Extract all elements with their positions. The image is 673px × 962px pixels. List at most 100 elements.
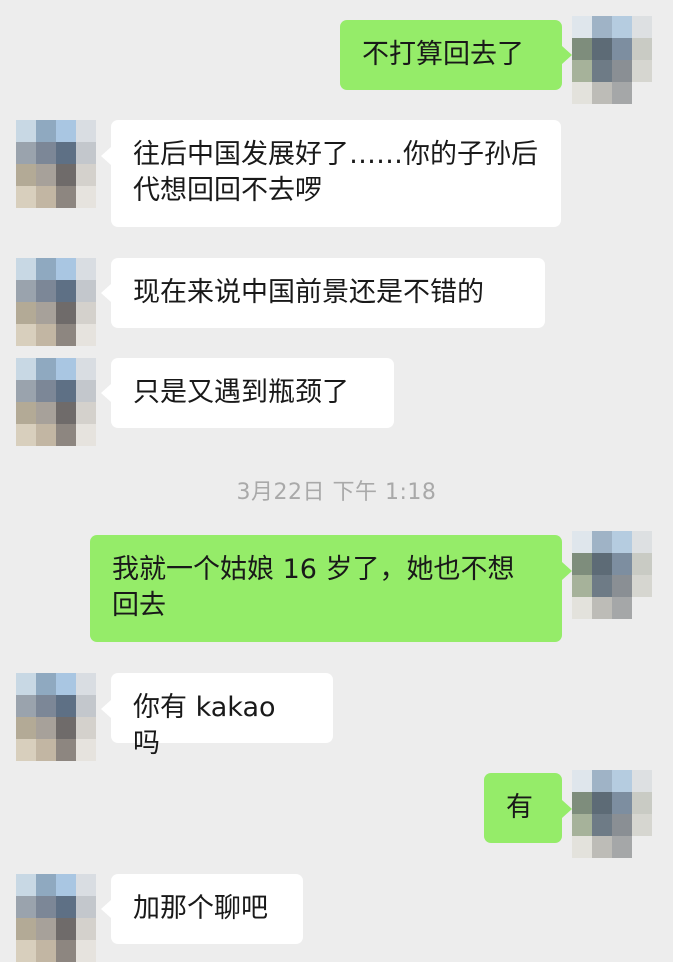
avatar-mosaic-tile — [572, 814, 592, 836]
bubble-tail — [101, 384, 111, 402]
avatar-mosaic-tile — [16, 324, 36, 346]
self-avatar[interactable] — [572, 16, 652, 104]
message-text: 现在来说中国前景还是不错的 — [133, 277, 484, 308]
avatar-mosaic-tile — [76, 324, 96, 346]
avatar-mosaic-tile — [572, 38, 592, 60]
avatar-mosaic-tile — [76, 940, 96, 962]
avatar-mosaic-tile — [76, 717, 96, 739]
avatar-mosaic-tile — [56, 717, 76, 739]
avatar-mosaic-tile — [16, 280, 36, 302]
avatar-mosaic-tile — [572, 82, 592, 104]
self-avatar[interactable] — [572, 531, 652, 619]
avatar-mosaic-tile — [76, 120, 96, 142]
avatar-mosaic-tile — [612, 575, 632, 597]
avatar-mosaic-tile — [36, 918, 56, 940]
avatar-mosaic-tile — [612, 82, 632, 104]
avatar-mosaic-tile — [16, 940, 36, 962]
avatar-mosaic-tile — [16, 402, 36, 424]
avatar-mosaic-tile — [16, 896, 36, 918]
avatar-mosaic-tile — [76, 142, 96, 164]
avatar-mosaic-tile — [592, 770, 612, 792]
avatar-mosaic-tile — [76, 739, 96, 761]
avatar-mosaic-tile — [36, 380, 56, 402]
contact-avatar[interactable] — [16, 673, 96, 761]
avatar-mosaic-tile — [56, 164, 76, 186]
avatar-mosaic-tile — [36, 302, 56, 324]
avatar-mosaic-tile — [612, 16, 632, 38]
message-bubble[interactable]: 我就一个姑娘 16 岁了，她也不想回去 — [90, 535, 562, 642]
bubble-tail — [562, 46, 572, 64]
avatar-mosaic-tile — [632, 575, 652, 597]
avatar-mosaic-tile — [572, 792, 592, 814]
avatar-mosaic-tile — [612, 770, 632, 792]
avatar-mosaic-tile — [76, 695, 96, 717]
avatar-mosaic-tile — [56, 258, 76, 280]
avatar-mosaic-tile — [76, 358, 96, 380]
bubble-tail — [101, 147, 111, 165]
avatar-mosaic-tile — [76, 258, 96, 280]
bubble-tail — [101, 700, 111, 718]
avatar-mosaic-tile — [572, 770, 592, 792]
avatar-mosaic-tile — [632, 792, 652, 814]
contact-avatar[interactable] — [16, 120, 96, 208]
avatar-mosaic-tile — [16, 424, 36, 446]
contact-avatar[interactable] — [16, 874, 96, 962]
avatar-mosaic-tile — [56, 142, 76, 164]
avatar-mosaic-tile — [592, 16, 612, 38]
avatar-mosaic-tile — [56, 324, 76, 346]
avatar-mosaic-tile — [36, 717, 56, 739]
avatar-mosaic-tile — [56, 940, 76, 962]
message-bubble[interactable]: 只是又遇到瓶颈了 — [111, 358, 394, 428]
avatar-mosaic-tile — [612, 836, 632, 858]
self-avatar[interactable] — [572, 770, 652, 858]
message-text: 我就一个姑娘 16 岁了，她也不想回去 — [112, 554, 515, 621]
avatar-mosaic-tile — [612, 553, 632, 575]
avatar-mosaic-tile — [592, 575, 612, 597]
avatar-mosaic-tile — [592, 60, 612, 82]
avatar-mosaic-tile — [36, 142, 56, 164]
message-bubble[interactable]: 有 — [484, 773, 562, 843]
avatar-mosaic-tile — [612, 60, 632, 82]
avatar-mosaic-tile — [16, 358, 36, 380]
avatar-mosaic-tile — [612, 814, 632, 836]
avatar-mosaic-tile — [16, 142, 36, 164]
message-text: 加那个聊吧 — [133, 893, 268, 924]
avatar-mosaic-tile — [592, 82, 612, 104]
message-text: 你有 kakao 吗 — [133, 692, 276, 759]
avatar-mosaic-tile — [632, 531, 652, 553]
message-bubble[interactable]: 不打算回去了 — [340, 20, 562, 90]
avatar-mosaic-tile — [632, 597, 652, 619]
avatar-mosaic-tile — [56, 673, 76, 695]
avatar-mosaic-tile — [36, 358, 56, 380]
avatar-mosaic-tile — [56, 896, 76, 918]
avatar-mosaic-tile — [632, 770, 652, 792]
avatar-mosaic-tile — [632, 814, 652, 836]
avatar-mosaic-tile — [36, 324, 56, 346]
message-text: 只是又遇到瓶颈了 — [133, 377, 349, 408]
message-bubble[interactable]: 现在来说中国前景还是不错的 — [111, 258, 545, 328]
bubble-tail — [562, 800, 572, 818]
avatar-mosaic-tile — [16, 918, 36, 940]
contact-avatar[interactable] — [16, 358, 96, 446]
message-bubble[interactable]: 往后中国发展好了……你的子孙后代想回回不去啰 — [111, 120, 561, 227]
avatar-mosaic-tile — [592, 836, 612, 858]
message-text: 有 — [506, 792, 533, 823]
avatar-mosaic-tile — [632, 553, 652, 575]
contact-avatar[interactable] — [16, 258, 96, 346]
avatar-mosaic-tile — [612, 531, 632, 553]
avatar-mosaic-tile — [76, 874, 96, 896]
message-bubble[interactable]: 加那个聊吧 — [111, 874, 303, 944]
avatar-mosaic-tile — [592, 531, 612, 553]
avatar-mosaic-tile — [572, 836, 592, 858]
avatar-mosaic-tile — [572, 531, 592, 553]
avatar-mosaic-tile — [612, 38, 632, 60]
avatar-mosaic-tile — [36, 120, 56, 142]
message-bubble[interactable]: 你有 kakao 吗 — [111, 673, 333, 759]
avatar-mosaic-tile — [632, 60, 652, 82]
avatar-mosaic-tile — [16, 302, 36, 324]
avatar-mosaic-tile — [572, 597, 592, 619]
avatar-mosaic-tile — [56, 120, 76, 142]
avatar-mosaic-tile — [36, 402, 56, 424]
avatar-mosaic-tile — [36, 673, 56, 695]
avatar-mosaic-tile — [56, 695, 76, 717]
